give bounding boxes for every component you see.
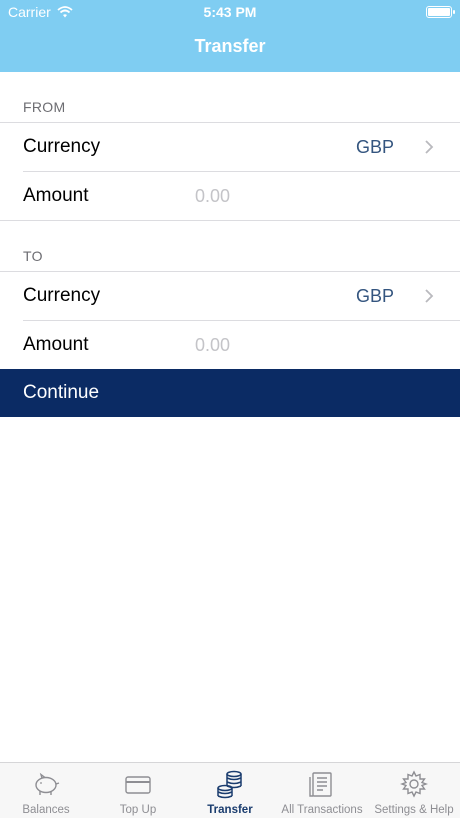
to-currency-label: Currency bbox=[23, 285, 101, 306]
gear-icon bbox=[400, 770, 428, 798]
to-amount-input[interactable] bbox=[195, 331, 415, 359]
header-bar: Carrier 5:43 PM Transfer bbox=[0, 0, 460, 72]
tab-bar: Balances Top Up Transfer All Transaction… bbox=[0, 762, 460, 818]
receipt-icon bbox=[309, 772, 332, 797]
status-time: 5:43 PM bbox=[203, 4, 257, 20]
from-currency-label: Currency bbox=[23, 136, 101, 157]
from-amount-input[interactable] bbox=[195, 182, 415, 210]
tab-label: Settings & Help bbox=[374, 804, 454, 816]
to-amount-label: Amount bbox=[23, 334, 89, 355]
to-section-label: TO bbox=[23, 248, 43, 264]
tab-label: Transfer bbox=[207, 804, 253, 816]
from-amount-label: Amount bbox=[23, 185, 89, 206]
tab-label: All Transactions bbox=[281, 804, 363, 816]
to-currency-value: GBP bbox=[355, 286, 394, 306]
to-amount-row: Amount bbox=[0, 321, 460, 369]
divider bbox=[0, 220, 460, 221]
battery-icon bbox=[426, 6, 455, 18]
tab-label: Top Up bbox=[119, 804, 157, 816]
page-title: Transfer bbox=[194, 36, 266, 56]
continue-button[interactable]: Continue bbox=[0, 369, 460, 417]
card-icon bbox=[125, 776, 151, 794]
tab-balances[interactable]: Balances bbox=[0, 763, 92, 818]
chevron-right-icon bbox=[425, 289, 434, 303]
chevron-right-icon bbox=[425, 140, 434, 154]
from-section-label: FROM bbox=[23, 99, 66, 115]
coins-icon bbox=[217, 770, 242, 799]
piggy-bank-icon bbox=[35, 772, 60, 795]
to-currency-row[interactable]: Currency GBP bbox=[0, 272, 460, 320]
tab-settings-help[interactable]: Settings & Help bbox=[368, 763, 460, 818]
status-bar: Carrier 5:43 PM bbox=[0, 0, 460, 24]
tab-top-up[interactable]: Top Up bbox=[92, 763, 184, 818]
from-amount-row: Amount bbox=[0, 172, 460, 220]
tab-transfer[interactable]: Transfer bbox=[184, 763, 276, 818]
tab-label: Balances bbox=[22, 804, 70, 816]
from-currency-row[interactable]: Currency GBP bbox=[0, 123, 460, 171]
from-currency-value: GBP bbox=[355, 137, 394, 157]
tab-all-transactions[interactable]: All Transactions bbox=[276, 763, 368, 818]
